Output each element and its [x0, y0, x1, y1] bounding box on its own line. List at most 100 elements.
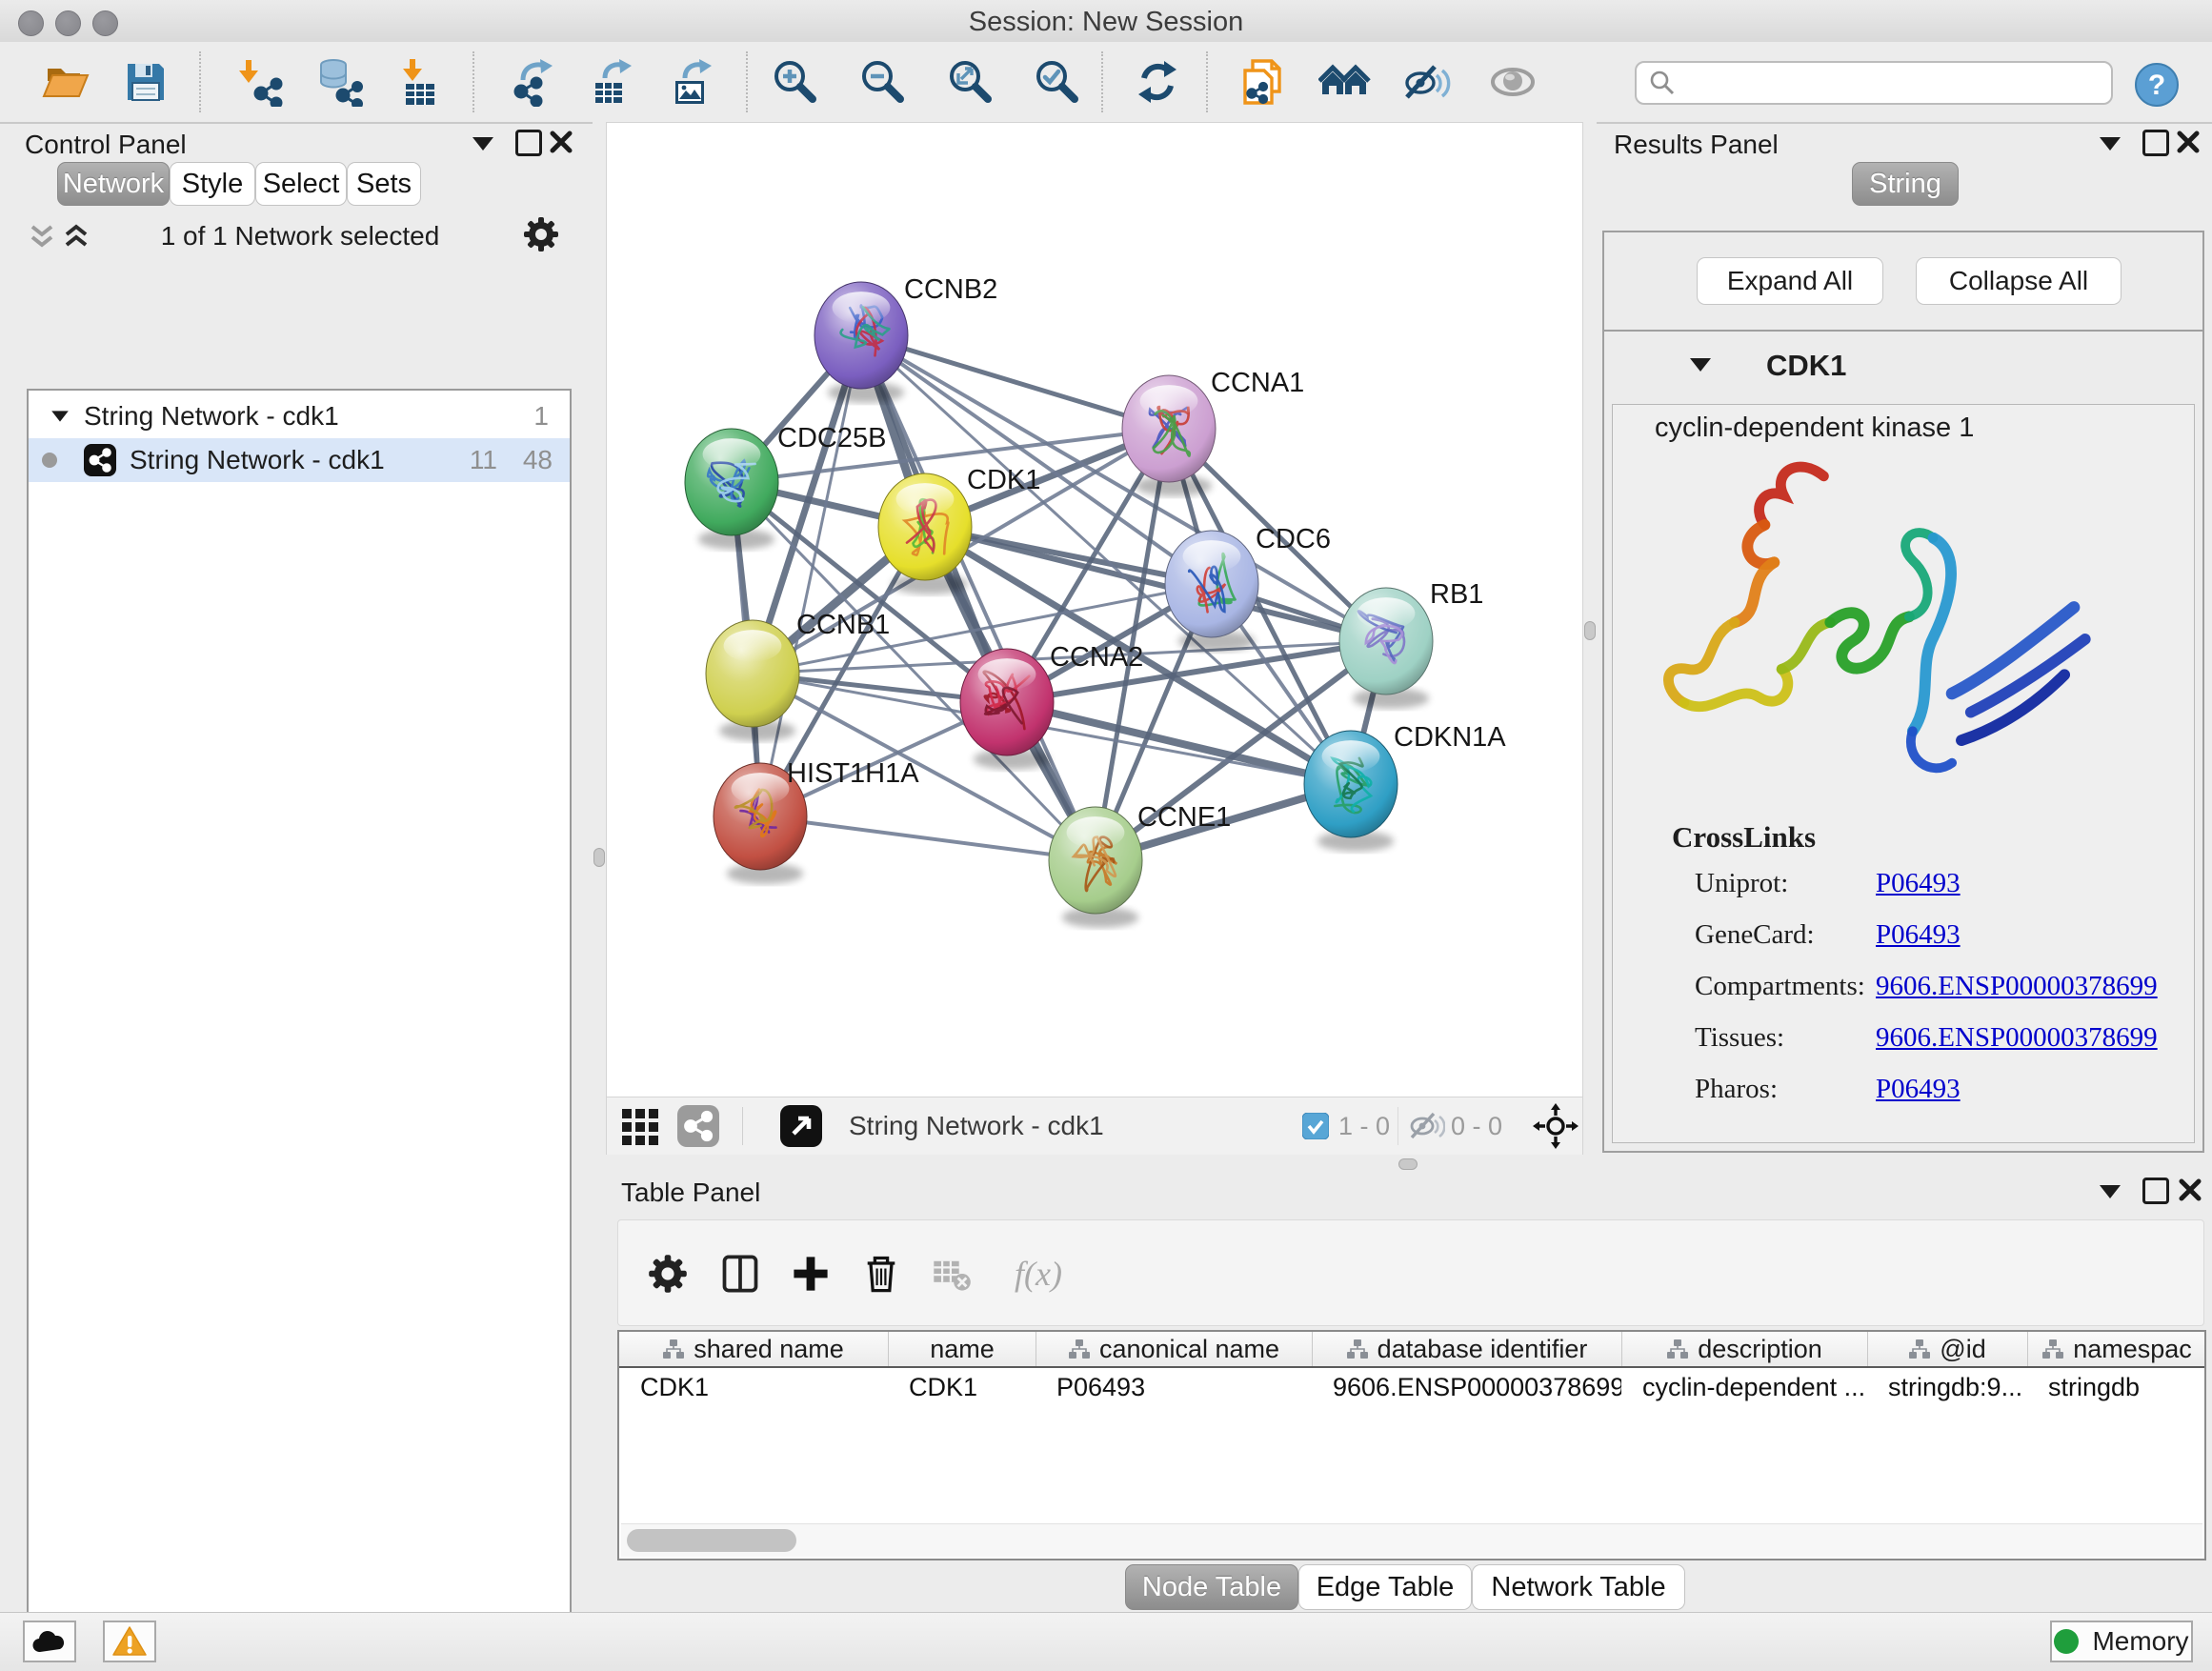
control-panel: Control Panel NetworkStyleSelectSets 1 o… [0, 122, 593, 1612]
tab-style[interactable]: Style [170, 162, 255, 206]
hide-selected-button[interactable] [1400, 55, 1454, 109]
help-button[interactable]: ? [2130, 58, 2183, 111]
eye-slash-waves-icon [1400, 57, 1454, 107]
right-splitter[interactable] [1583, 122, 1597, 1155]
column-header-name[interactable]: name [888, 1332, 1036, 1366]
node-label-CCNB1: CCNB1 [796, 610, 890, 640]
tab-string[interactable]: String [1852, 162, 1959, 206]
import-network-file-button[interactable] [232, 55, 286, 109]
save-session-button[interactable] [119, 55, 172, 109]
export-table-button[interactable] [586, 55, 639, 109]
tree-expand-caret-icon[interactable] [51, 411, 69, 421]
open-folder-icon [41, 57, 90, 107]
delete-column-button[interactable] [855, 1247, 908, 1300]
tab-edge-table[interactable]: Edge Table [1298, 1564, 1472, 1610]
search-input[interactable] [1684, 68, 2111, 99]
zoom-fit-button[interactable] [943, 55, 996, 109]
graphics-details-button[interactable] [1318, 55, 1372, 109]
collapse-all-button[interactable]: Collapse All [1916, 257, 2122, 305]
show-all-button[interactable] [1486, 55, 1539, 109]
table-cell[interactable]: CDK1 [888, 1368, 1036, 1406]
network-list: String Network - cdk1 1 String Network -… [27, 389, 572, 1671]
birds-eye-view-icon[interactable] [780, 1105, 822, 1147]
zoom-selected-button[interactable] [1030, 55, 1083, 109]
zoom-out-button[interactable] [855, 55, 909, 109]
main-toolbar: ? [0, 42, 2212, 124]
table-cell[interactable]: 9606.ENSP00000378699 [1312, 1368, 1621, 1406]
open-session-button[interactable] [39, 55, 92, 109]
table-cell[interactable]: cyclin-dependent ... [1621, 1368, 1867, 1406]
show-columns-button[interactable] [714, 1247, 767, 1300]
panel-close-icon[interactable] [2178, 1178, 2202, 1202]
collapse-all-chevron-icon[interactable] [29, 223, 55, 252]
table-cell[interactable]: CDK1 [619, 1368, 888, 1406]
column-header-database-identifier[interactable]: database identifier [1312, 1332, 1621, 1366]
panel-close-icon[interactable] [549, 130, 573, 154]
add-column-button[interactable] [784, 1247, 837, 1300]
memory-label: Memory [2092, 1626, 2188, 1657]
svg-text:?: ? [2148, 70, 2165, 101]
hidden-eye-icon[interactable] [1407, 1109, 1445, 1143]
network-row-selected[interactable]: String Network - cdk1 11 48 [29, 438, 570, 482]
column-header-namespac[interactable]: namespac [2027, 1332, 2206, 1366]
crosslink-url[interactable]: 9606.ENSP00000378699 [1876, 971, 2158, 1001]
panel-menu-caret-icon[interactable] [2100, 137, 2121, 151]
crosslink-url[interactable]: 9606.ENSP00000378699 [1876, 1022, 2158, 1053]
tab-node-table[interactable]: Node Table [1125, 1564, 1298, 1610]
import-table-file-button[interactable] [392, 55, 446, 109]
table-cell[interactable]: stringdb:9... [1867, 1368, 2027, 1406]
column-header-shared-name[interactable]: shared name [619, 1332, 888, 1366]
control-panel-title: Control Panel [25, 130, 187, 160]
warnings-button[interactable] [103, 1621, 156, 1662]
crosslink-url[interactable]: P06493 [1876, 919, 1961, 950]
panel-float-icon[interactable] [515, 130, 542, 156]
gray-eye-icon [1486, 57, 1539, 107]
splitter-handle[interactable] [593, 848, 605, 867]
expand-all-button[interactable]: Expand All [1697, 257, 1883, 305]
left-splitter[interactable] [593, 122, 606, 1612]
export-image-button[interactable] [666, 55, 719, 109]
network-collection-row[interactable]: String Network - cdk1 1 [29, 394, 570, 438]
toolbar-separator [1101, 51, 1103, 112]
network-canvas[interactable]: CCNB2CCNA1CDC25BCDK1CDC6RB1CCNB1CCNA2CDK… [607, 123, 1582, 1097]
tab-network-table[interactable]: Network Table [1472, 1564, 1685, 1610]
panel-close-icon[interactable] [2176, 130, 2201, 154]
panel-menu-caret-icon[interactable] [2100, 1185, 2121, 1198]
fit-selected-crosshair-icon[interactable] [1533, 1103, 1579, 1149]
tab-select[interactable]: Select [255, 162, 347, 206]
horizontal-splitter[interactable] [606, 1155, 2212, 1172]
tab-sets[interactable]: Sets [347, 162, 421, 206]
crosslink-url[interactable]: P06493 [1876, 1074, 1961, 1104]
splitter-handle[interactable] [1584, 621, 1596, 640]
toolbar-divider [742, 1107, 743, 1145]
memory-button[interactable]: Memory [2050, 1621, 2193, 1662]
scrollbar-thumb[interactable] [627, 1529, 796, 1552]
clone-network-button[interactable] [1236, 55, 1289, 109]
refresh-view-button[interactable] [1131, 55, 1184, 109]
column-header--id[interactable]: @id [1867, 1332, 2027, 1366]
selected-checkbox-icon[interactable] [1302, 1113, 1329, 1139]
table-horizontal-scrollbar[interactable] [621, 1523, 2202, 1557]
zoom-selected-icon [1032, 57, 1081, 107]
splitter-handle[interactable] [1398, 1158, 1418, 1170]
column-header-description[interactable]: description [1621, 1332, 1867, 1366]
panel-float-icon[interactable] [2142, 130, 2169, 156]
string-network-badge-icon[interactable] [677, 1105, 719, 1147]
grid-view-icon[interactable] [620, 1105, 662, 1147]
expand-all-chevron-icon[interactable] [63, 223, 90, 252]
panel-menu-caret-icon[interactable] [473, 137, 493, 151]
table-cell[interactable]: P06493 [1036, 1368, 1312, 1406]
gear-icon[interactable] [522, 215, 560, 253]
cloud-status-button[interactable] [23, 1621, 76, 1662]
import-network-database-button[interactable] [312, 55, 366, 109]
export-network-button[interactable] [506, 55, 559, 109]
crosslink-url[interactable]: P06493 [1876, 868, 1961, 898]
table-settings-button[interactable] [641, 1247, 694, 1300]
panel-float-icon[interactable] [2142, 1178, 2169, 1204]
column-header-canonical-name[interactable]: canonical name [1036, 1332, 1312, 1366]
tab-network[interactable]: Network [57, 162, 170, 206]
section-collapse-caret-icon[interactable] [1690, 358, 1711, 372]
results-panel: Results Panel String Expand All Collapse… [1597, 122, 2212, 1155]
table-cell[interactable]: stringdb [2027, 1368, 2206, 1406]
zoom-in-button[interactable] [768, 55, 821, 109]
